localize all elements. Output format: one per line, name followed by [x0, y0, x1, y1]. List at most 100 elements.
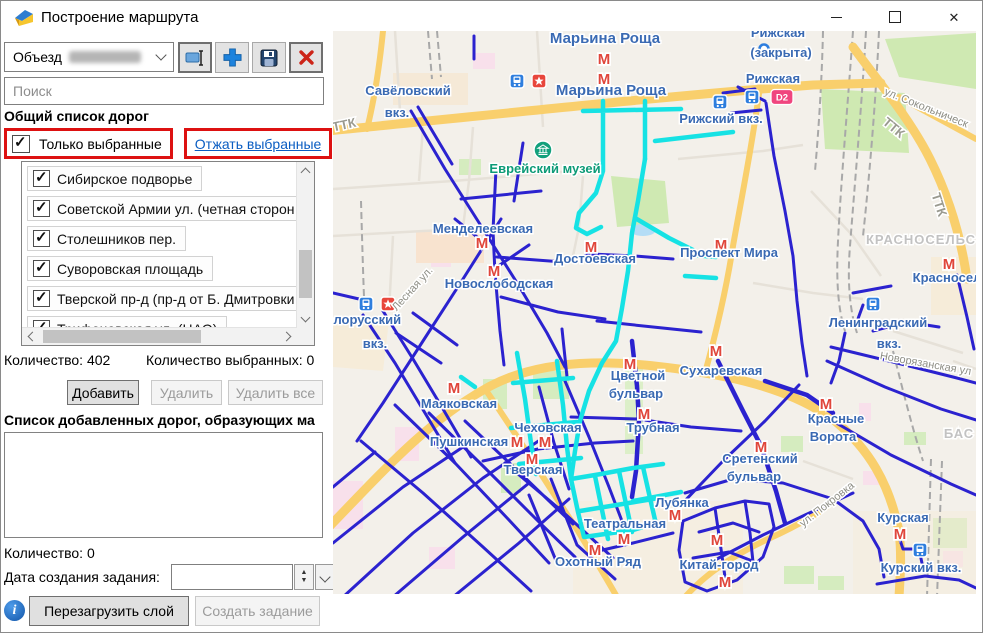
roads-vertical-scrollbar[interactable] — [296, 162, 314, 328]
close-icon: ✕ — [949, 11, 960, 24]
map-label: БАС — [944, 426, 974, 441]
map-label: Достоевская — [554, 251, 636, 266]
item-checkbox[interactable] — [33, 230, 50, 247]
metro-icon: М — [476, 235, 489, 252]
map-label: Савёловский — [365, 83, 450, 98]
map-label: Охотный Ряд — [555, 554, 642, 569]
item-label: Сибирское подворье — [57, 171, 192, 187]
added-roads-title: Список добавленных дорог, образующих ма — [4, 412, 331, 428]
train-icon — [866, 297, 880, 311]
metro-icon: М — [511, 434, 524, 451]
add-route-button[interactable] — [215, 42, 249, 73]
map-label: Цветной — [611, 368, 666, 383]
map-label: Красносел — [913, 270, 976, 285]
add-button[interactable]: Добавить — [67, 380, 139, 405]
metro-icon: М — [598, 51, 611, 68]
train-icon — [510, 74, 524, 88]
list-item[interactable]: Суворовская площадь — [27, 256, 297, 282]
scroll-right-button[interactable] — [280, 328, 297, 345]
map-label: бульвар — [609, 386, 663, 401]
map-label: Маяковская — [421, 396, 497, 411]
date-dropdown-button[interactable] — [315, 564, 334, 590]
delete-route-button[interactable] — [289, 42, 323, 73]
scrollbar-corner — [297, 328, 314, 345]
metro-icon: М — [618, 531, 631, 548]
chevron-right-icon — [282, 332, 292, 342]
rename-route-button[interactable] — [178, 42, 212, 73]
svg-text:М: М — [598, 51, 611, 68]
remove-button[interactable]: Удалить — [151, 380, 222, 405]
item-label: Советской Армии ул. (четная сторон — [57, 201, 294, 217]
svg-text:М: М — [710, 343, 723, 360]
map-label: вкз. — [363, 336, 388, 351]
create-task-button[interactable]: Создать задание — [195, 596, 320, 626]
horizontal-scroll-thumb[interactable] — [43, 330, 201, 343]
map-label: Тверская — [504, 462, 563, 477]
scroll-up-button[interactable] — [297, 162, 314, 179]
remove-all-button[interactable]: Удалить все — [228, 380, 323, 405]
minimize-button[interactable] — [819, 4, 853, 30]
task-date-label: Дата создания задания: — [4, 569, 160, 585]
maximize-icon — [889, 11, 901, 23]
list-item[interactable]: Столешников пер. — [27, 226, 297, 252]
train-icon — [745, 90, 759, 104]
only-selected-checkbox[interactable] — [12, 135, 30, 153]
train-icon — [913, 543, 927, 557]
map-label: бульвар — [727, 469, 781, 484]
list-item[interactable]: Тверской пр-д (пр-д от Б. Дмитровки — [27, 286, 297, 312]
map-label: Лубянка — [655, 495, 709, 510]
map-label: Марьина Роща — [550, 31, 661, 47]
vertical-scroll-thumb[interactable] — [299, 250, 312, 298]
svg-text:М: М — [511, 434, 524, 451]
roads-section-title: Общий список дорог — [4, 108, 149, 124]
map-label: Курская — [877, 510, 929, 525]
map-label: Сретенский — [722, 451, 798, 466]
chevron-down-icon — [155, 49, 166, 60]
route-select[interactable]: Объезд — [4, 42, 174, 72]
save-route-button[interactable] — [252, 42, 286, 73]
item-label: Суворовская площадь — [57, 261, 203, 277]
item-label: Столешников пер. — [57, 231, 176, 247]
road-list: Сибирское подворье Советской Армии ул. (ч… — [22, 162, 297, 328]
map-label: Чеховская — [514, 420, 581, 435]
map-label: Еврейский музей — [489, 161, 600, 176]
reload-layer-button[interactable]: Перезагрузить слой — [29, 596, 189, 626]
svg-text:М: М — [476, 235, 489, 252]
metro-icon: М — [539, 434, 552, 451]
unpress-selected-link[interactable]: Отжать выбранные — [195, 136, 322, 152]
item-checkbox[interactable] — [33, 290, 50, 307]
map-label: Курский вкз. — [881, 560, 962, 575]
map-label: Рижский вкз. — [679, 111, 763, 126]
info-icon: i — [4, 600, 25, 621]
roads-horizontal-scrollbar[interactable] — [22, 327, 297, 345]
delete-x-icon — [298, 49, 315, 66]
rename-icon — [185, 50, 205, 66]
title-bar: Построение маршрута ✕ — [1, 1, 982, 35]
search-input[interactable] — [4, 77, 324, 105]
maximize-button[interactable] — [878, 4, 912, 30]
roads-selected-count: Количество выбранных: 0 — [146, 352, 314, 368]
route-select-value: Объезд — [13, 49, 62, 65]
list-item[interactable]: Сибирское подворье — [27, 166, 297, 192]
roads-total-count: Количество: 402 — [4, 352, 110, 368]
app-window: Построение маршрута ✕ Объезд — [0, 0, 983, 633]
map-label: Театральная — [584, 516, 666, 531]
metro-icon: М — [711, 532, 724, 549]
map[interactable]: ММММММММММММММММММММММD2 Марьина РощаМар… — [333, 31, 976, 594]
list-item[interactable]: Советской Армии ул. (четная сторон — [27, 196, 297, 222]
star-icon — [532, 74, 546, 88]
close-button[interactable]: ✕ — [937, 4, 971, 30]
map-label: вкз. — [877, 336, 902, 351]
item-checkbox[interactable] — [33, 170, 50, 187]
item-label: Тверской пр-д (пр-д от Б. Дмитровки — [57, 291, 294, 307]
item-checkbox[interactable] — [33, 200, 50, 217]
scroll-down-button[interactable] — [297, 311, 314, 328]
svg-text:М: М — [894, 526, 907, 543]
date-stepper[interactable]: ▲▼ — [294, 564, 314, 590]
added-roads-count: Количество: 0 — [4, 545, 95, 561]
item-checkbox[interactable] — [33, 260, 50, 277]
metro-icon: М — [719, 574, 732, 591]
scroll-left-button[interactable] — [22, 328, 39, 345]
added-roads-listbox[interactable] — [4, 432, 323, 538]
task-date-input[interactable] — [171, 564, 293, 590]
